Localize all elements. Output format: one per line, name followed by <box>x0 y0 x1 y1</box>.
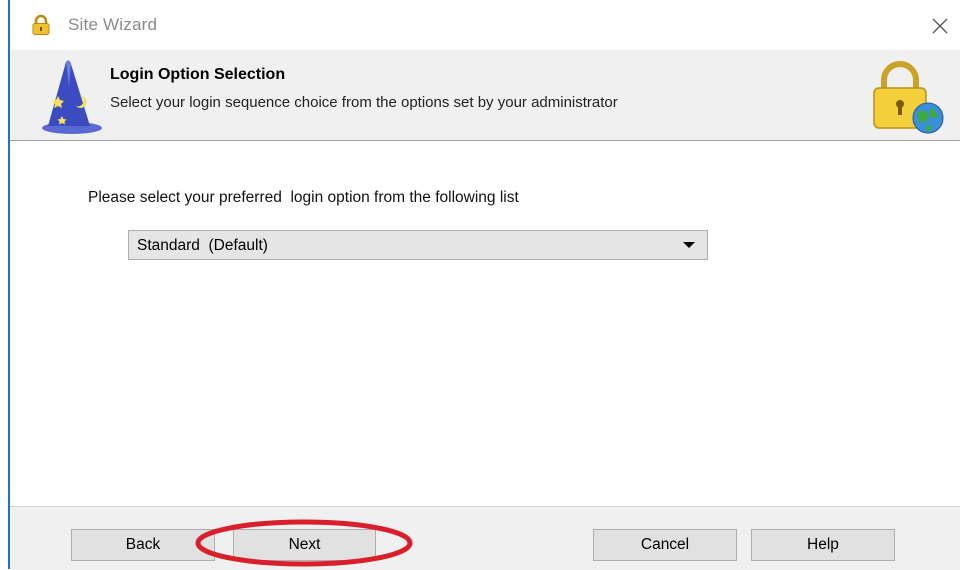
wizard-hat-icon <box>42 60 102 134</box>
padlock-icon <box>32 14 50 35</box>
login-option-selected-value: Standard (Default) <box>137 237 268 254</box>
lock-globe-icon <box>873 61 944 134</box>
help-button[interactable]: Help <box>751 529 895 561</box>
content-area: Please select your preferred login optio… <box>10 141 960 506</box>
next-button[interactable]: Next <box>233 529 376 561</box>
title-bar: Site Wizard <box>10 0 960 50</box>
back-button[interactable]: Back <box>71 529 215 561</box>
button-bar: Back Next Cancel Help <box>10 506 960 570</box>
chevron-down-icon[interactable] <box>683 242 695 248</box>
header-banner: Login Option Selection Select your login… <box>10 50 960 141</box>
window-title: Site Wizard <box>68 15 158 34</box>
login-option-prompt: Please select your preferred login optio… <box>88 189 519 206</box>
site-wizard-window: Site Wizard Login Option Selection Selec… <box>0 0 960 570</box>
close-icon[interactable] <box>926 12 954 40</box>
cancel-button[interactable]: Cancel <box>593 529 737 561</box>
page-title: Login Option Selection <box>110 66 286 83</box>
login-option-dropdown[interactable]: Standard (Default) <box>128 230 708 260</box>
page-subtitle: Select your login sequence choice from t… <box>110 94 618 111</box>
